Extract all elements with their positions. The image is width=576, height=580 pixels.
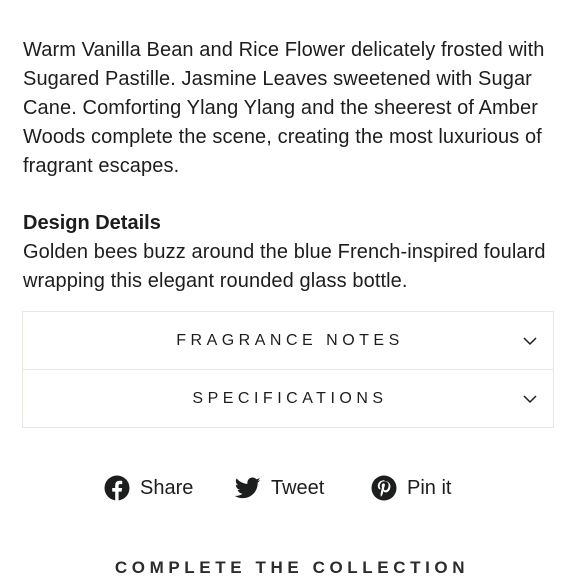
facebook-icon bbox=[104, 475, 130, 501]
chevron-down-icon bbox=[523, 394, 537, 403]
pin-it-button[interactable]: Pin it bbox=[371, 472, 451, 504]
share-label: Share bbox=[140, 476, 194, 499]
social-share-bar: Share Tweet Pin it bbox=[0, 472, 576, 504]
design-details-text: Golden bees buzz around the blue French-… bbox=[23, 241, 546, 292]
pin-it-label: Pin it bbox=[407, 476, 452, 499]
product-description: Warm Vanilla Bean and Rice Flower delica… bbox=[23, 39, 545, 177]
chevron-down-icon bbox=[523, 336, 537, 345]
tweet-label: Tweet bbox=[271, 476, 325, 499]
product-accordion: FRAGRANCE NOTES SPECIFICATIONS bbox=[22, 311, 554, 428]
fragrance-notes-label: FRAGRANCE NOTES bbox=[176, 331, 404, 349]
tweet-button[interactable]: Tweet bbox=[235, 472, 324, 504]
share-button[interactable]: Share bbox=[104, 472, 193, 504]
design-details-heading: Design Details bbox=[23, 212, 161, 234]
specifications-label: SPECIFICATIONS bbox=[192, 389, 388, 407]
pinterest-icon bbox=[371, 475, 397, 501]
specifications-toggle[interactable]: SPECIFICATIONS bbox=[23, 369, 553, 427]
twitter-icon bbox=[235, 477, 261, 499]
fragrance-notes-toggle[interactable]: FRAGRANCE NOTES bbox=[23, 312, 553, 369]
complete-the-collection-heading: COMPLETE THE COLLECTION bbox=[114, 558, 470, 577]
